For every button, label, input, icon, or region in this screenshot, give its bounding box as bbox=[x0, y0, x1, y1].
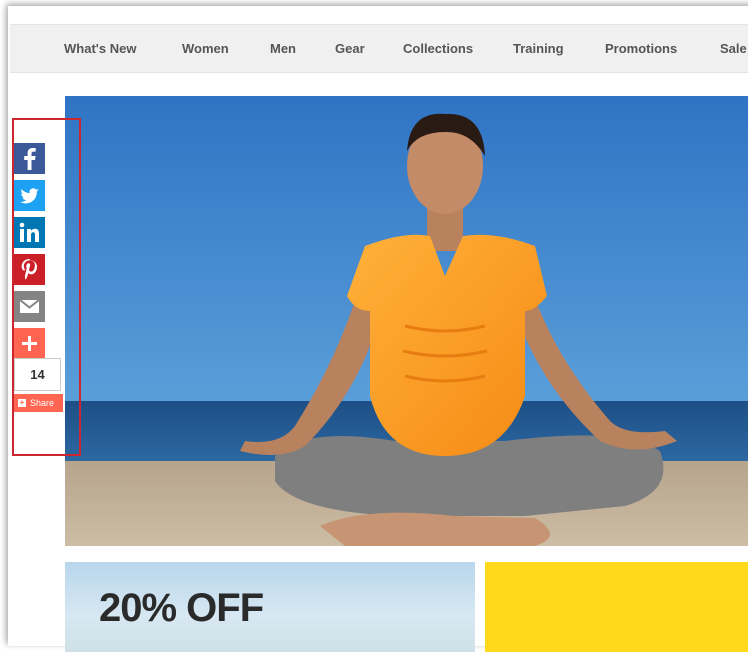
share-linkedin-button[interactable] bbox=[14, 217, 45, 248]
share-count: 14 bbox=[14, 358, 61, 391]
nav-item-promotions[interactable]: Promotions bbox=[605, 41, 677, 56]
share-email-button[interactable] bbox=[14, 291, 45, 322]
promo-tile-discount[interactable]: 20% OFF bbox=[65, 562, 475, 652]
hero-yoga-image bbox=[65, 96, 748, 546]
nav-item-gear[interactable]: Gear bbox=[335, 41, 365, 56]
nav-item-collections[interactable]: Collections bbox=[403, 41, 473, 56]
small-plus-icon: + bbox=[18, 398, 26, 407]
nav-item-training[interactable]: Training bbox=[513, 41, 564, 56]
share-label-button[interactable]: + Share bbox=[14, 394, 63, 412]
share-facebook-button[interactable] bbox=[14, 143, 45, 174]
linkedin-icon bbox=[19, 222, 39, 242]
nav-item-women[interactable]: Women bbox=[182, 41, 229, 56]
nav-item-sale[interactable]: Sale bbox=[720, 41, 747, 56]
promo-headline: 20% OFF bbox=[99, 586, 264, 630]
share-label-text: Share bbox=[30, 398, 55, 408]
nav-item-whats-new[interactable]: What's New bbox=[64, 41, 136, 56]
share-pinterest-button[interactable] bbox=[14, 254, 45, 285]
main-navigation: What's New Women Men Gear Collections Tr… bbox=[10, 24, 748, 73]
facebook-icon bbox=[24, 148, 36, 170]
nav-item-men[interactable]: Men bbox=[270, 41, 296, 56]
hero-banner[interactable] bbox=[65, 96, 748, 546]
plus-icon bbox=[22, 336, 37, 351]
share-twitter-button[interactable] bbox=[14, 180, 45, 211]
pinterest-icon bbox=[21, 259, 37, 280]
share-more-button[interactable] bbox=[14, 328, 45, 359]
twitter-icon bbox=[20, 188, 39, 204]
email-icon bbox=[19, 299, 40, 313]
promo-tile-yellow[interactable] bbox=[485, 562, 748, 652]
